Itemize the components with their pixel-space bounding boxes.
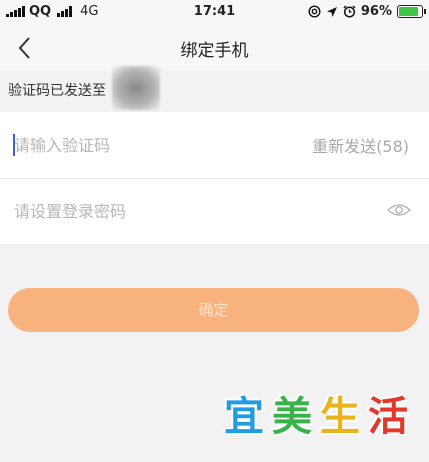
- at-icon: [308, 5, 321, 18]
- status-right: 96%: [308, 4, 426, 19]
- watermark-char: 生: [320, 394, 360, 440]
- verification-code-input[interactable]: [14, 112, 294, 178]
- resend-code-button[interactable]: 重新发送(58): [312, 133, 409, 157]
- bind-form: 重新发送(58): [0, 112, 429, 244]
- text-cursor: [13, 134, 15, 156]
- password-input[interactable]: [14, 178, 374, 244]
- code-row: 重新发送(58): [0, 112, 429, 179]
- battery-percent: 96%: [360, 4, 392, 19]
- alarm-icon: [343, 5, 356, 18]
- code-sent-hint: 验证码已发送至: [8, 83, 106, 99]
- eye-icon[interactable]: [387, 200, 411, 220]
- password-row: [0, 178, 429, 244]
- watermark-logo: 宜 美 生 活: [222, 392, 412, 446]
- watermark-char: 宜: [224, 394, 264, 440]
- confirm-button[interactable]: 确定: [8, 288, 419, 332]
- nav-bar: 绑定手机: [0, 26, 429, 70]
- page-title: 绑定手机: [180, 41, 249, 61]
- status-bar: QQ 4G 17:41 96%: [0, 0, 429, 26]
- watermark-char: 美: [272, 394, 312, 440]
- battery-icon: [397, 5, 426, 18]
- redacted-phone-blur: [112, 66, 160, 110]
- watermark-char: 活: [368, 394, 408, 440]
- location-arrow-icon: [326, 6, 337, 17]
